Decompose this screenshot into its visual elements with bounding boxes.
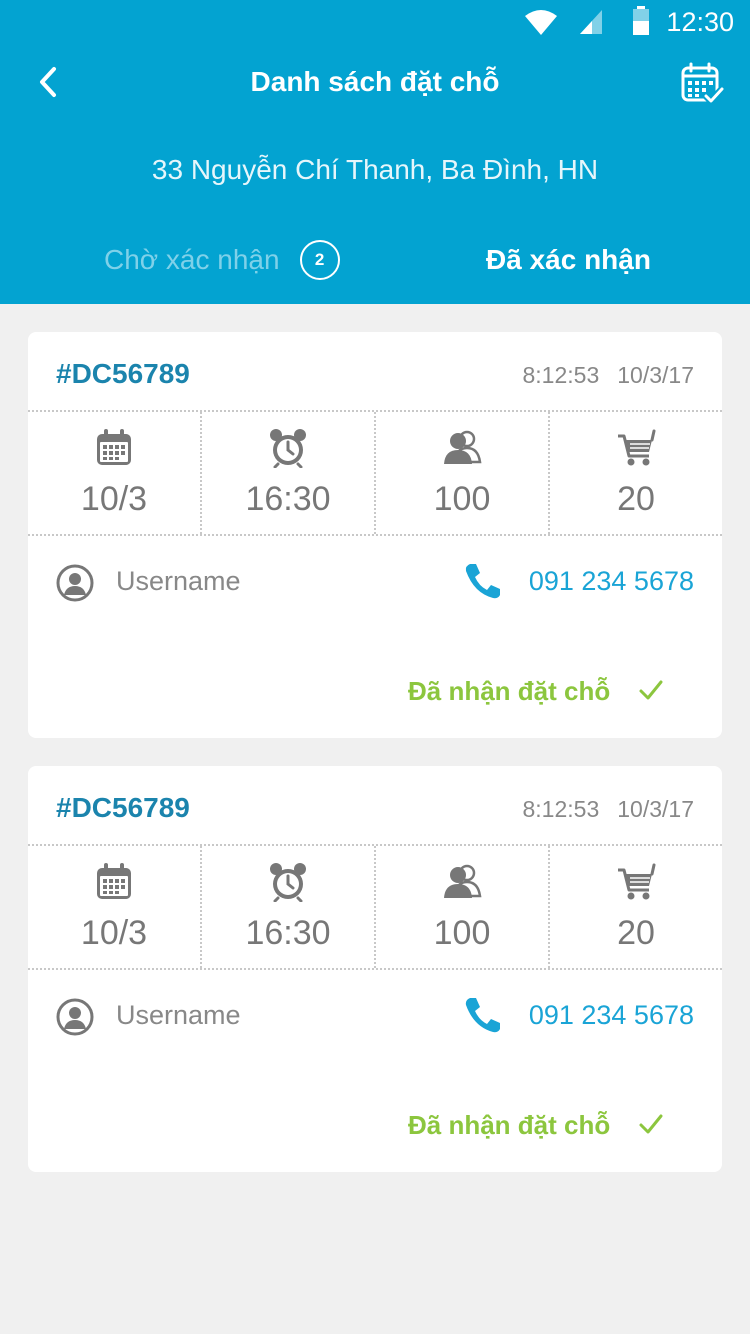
people-icon [444,864,482,898]
user-icon [56,564,94,602]
stat-hour-value: 16:30 [245,480,331,518]
booking-time: 8:12:53 [522,796,600,822]
clock-time: 12:30 [666,7,734,37]
stat-date: 10/3 [28,846,202,968]
booking-timestamp: 8:12:53 10/3/17 [523,362,695,389]
booking-id: #DC56789 [56,358,190,389]
booking-date: 10/3/17 [617,796,694,822]
booking-status: Đã nhận đặt chỗ [408,676,611,706]
tab-confirmed-label: Đã xác nhận [486,244,651,275]
stat-people: 100 [376,412,550,534]
alarm-clock-icon [270,863,306,902]
people-icon [444,430,482,464]
booking-timestamp: 8:12:53 10/3/17 [523,796,695,823]
user-icon [56,998,94,1036]
stat-people-value: 100 [433,480,491,518]
stat-date-value: 10/3 [80,914,148,952]
stat-hour: 16:30 [202,846,376,968]
alarm-clock-icon [270,429,306,468]
stat-date-value: 10/3 [80,480,148,518]
customer-phone[interactable]: 091 234 5678 [529,1000,694,1031]
app-header: 12:30 Danh sách đặt chỗ 33 Nguyễn Chí Th… [0,0,750,304]
customer-name: Username [116,566,241,596]
battery-icon [633,6,649,35]
status-bar: 12:30 [0,0,750,44]
stat-date: 10/3 [28,412,202,534]
stat-items-value: 20 [617,914,655,952]
customer-phone[interactable]: 091 234 5678 [529,566,694,597]
stat-people-value: 100 [433,914,491,952]
tab-pending[interactable]: Chờ xác nhận 2 [104,238,340,282]
booking-status: Đã nhận đặt chỗ [408,1110,611,1140]
check-icon [639,680,663,700]
wifi-icon [525,10,557,35]
calendar-icon [97,429,131,465]
booking-time: 8:12:53 [522,362,600,388]
calendar-check-icon[interactable] [680,62,724,106]
cart-icon [618,863,656,900]
customer-name: Username [116,1000,241,1030]
stat-items: 20 [550,412,722,534]
stat-items-value: 20 [617,480,655,518]
cart-icon [618,429,656,466]
restaurant-address: 33 Nguyễn Chí Thanh, Ba Đình, HN [151,154,599,185]
phone-icon[interactable] [464,562,502,600]
page-title: Danh sách đặt chỗ [250,66,500,97]
stat-people: 100 [376,846,550,968]
stat-hour: 16:30 [202,412,376,534]
stat-hour-value: 16:30 [245,914,331,952]
booking-stats: 10/3 16:30 100 20 [28,844,722,970]
booking-card[interactable]: #DC56789 8:12:53 10/3/17 10/3 16:30 100 … [28,332,722,738]
phone-icon[interactable] [464,996,502,1034]
tab-pending-label: Chờ xác nhận [104,244,280,275]
booking-card[interactable]: #DC56789 8:12:53 10/3/17 10/3 16:30 100 … [28,766,722,1172]
booking-id: #DC56789 [56,792,190,823]
tab-confirmed[interactable]: Đã xác nhận [486,238,651,282]
signal-icon [580,10,602,34]
booking-stats: 10/3 16:30 100 20 [28,410,722,536]
calendar-icon [97,863,131,899]
pending-count-badge: 2 [299,240,340,280]
booking-date: 10/3/17 [617,362,694,388]
stat-items: 20 [550,846,722,968]
check-icon [639,1114,663,1134]
